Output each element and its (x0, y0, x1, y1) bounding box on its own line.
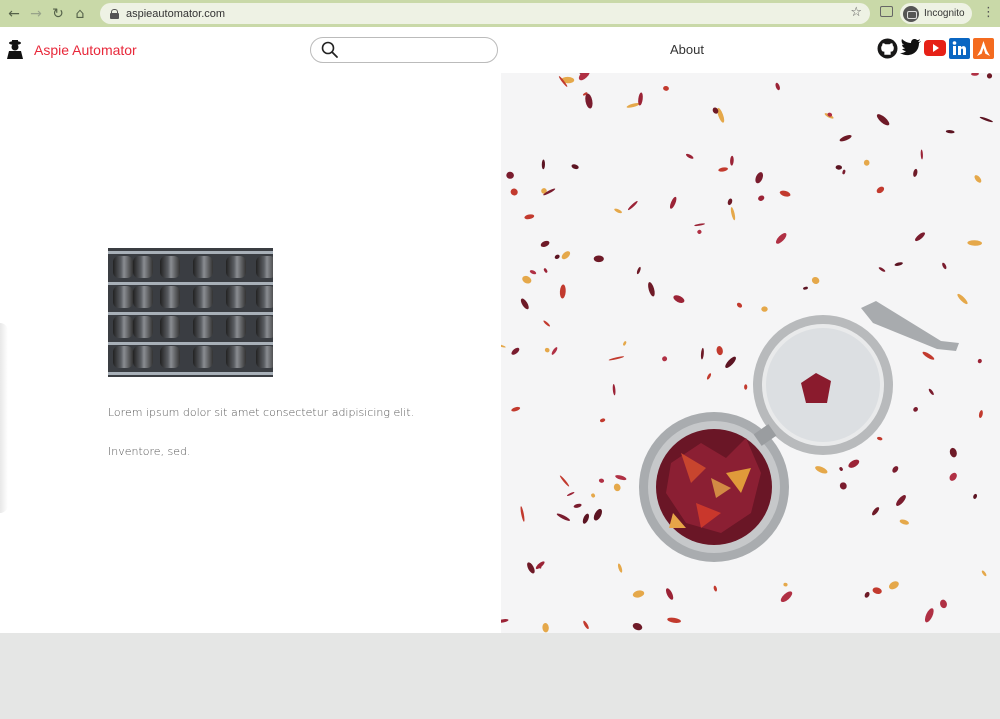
brand-name[interactable]: Aspie Automator (34, 42, 137, 58)
logo-icon[interactable] (5, 38, 25, 60)
site-header: Aspie Automator About (0, 27, 1000, 73)
youtube-icon[interactable] (924, 37, 946, 59)
petal (863, 159, 870, 166)
profile-label: Incognito (924, 8, 965, 19)
kebab-menu-icon[interactable]: ⋮ (982, 5, 995, 20)
secondary-paragraph: Inventore, sed. (108, 445, 191, 458)
lock-icon (110, 8, 119, 19)
cast-icon[interactable] (880, 6, 893, 17)
bookmark-star-icon[interactable]: ☆ (850, 5, 862, 20)
home-icon[interactable]: ⌂ (69, 3, 91, 25)
intro-paragraph: Lorem ipsum dolor sit amet consectetur a… (108, 406, 415, 419)
profile-button[interactable]: Incognito (900, 3, 972, 24)
launch-icon[interactable] (972, 37, 994, 59)
product-image (108, 248, 273, 377)
github-icon[interactable] (876, 37, 898, 59)
url-text: aspieautomator.com (126, 7, 226, 20)
forward-icon[interactable]: → (25, 3, 47, 25)
address-bar[interactable]: aspieautomator.com ☆ (100, 3, 870, 24)
browser-toolbar: ← → ↻ ⌂ aspieautomator.com ☆ Incognito ⋮ (0, 0, 1000, 27)
side-tab (0, 323, 8, 513)
search-icon (321, 41, 338, 58)
search-input[interactable] (310, 37, 498, 63)
incognito-icon (903, 5, 919, 22)
footer (0, 633, 1000, 719)
social-links (876, 37, 994, 59)
tea-infuser-photo (501, 73, 1000, 633)
linkedin-icon[interactable] (948, 37, 970, 59)
reload-icon[interactable]: ↻ (47, 3, 69, 25)
content-panel: Lorem ipsum dolor sit amet consectetur a… (0, 73, 501, 633)
back-icon[interactable]: ← (3, 3, 25, 25)
twitter-icon[interactable] (900, 37, 922, 59)
hero-image (501, 73, 1000, 633)
nav-about-link[interactable]: About (670, 42, 704, 57)
